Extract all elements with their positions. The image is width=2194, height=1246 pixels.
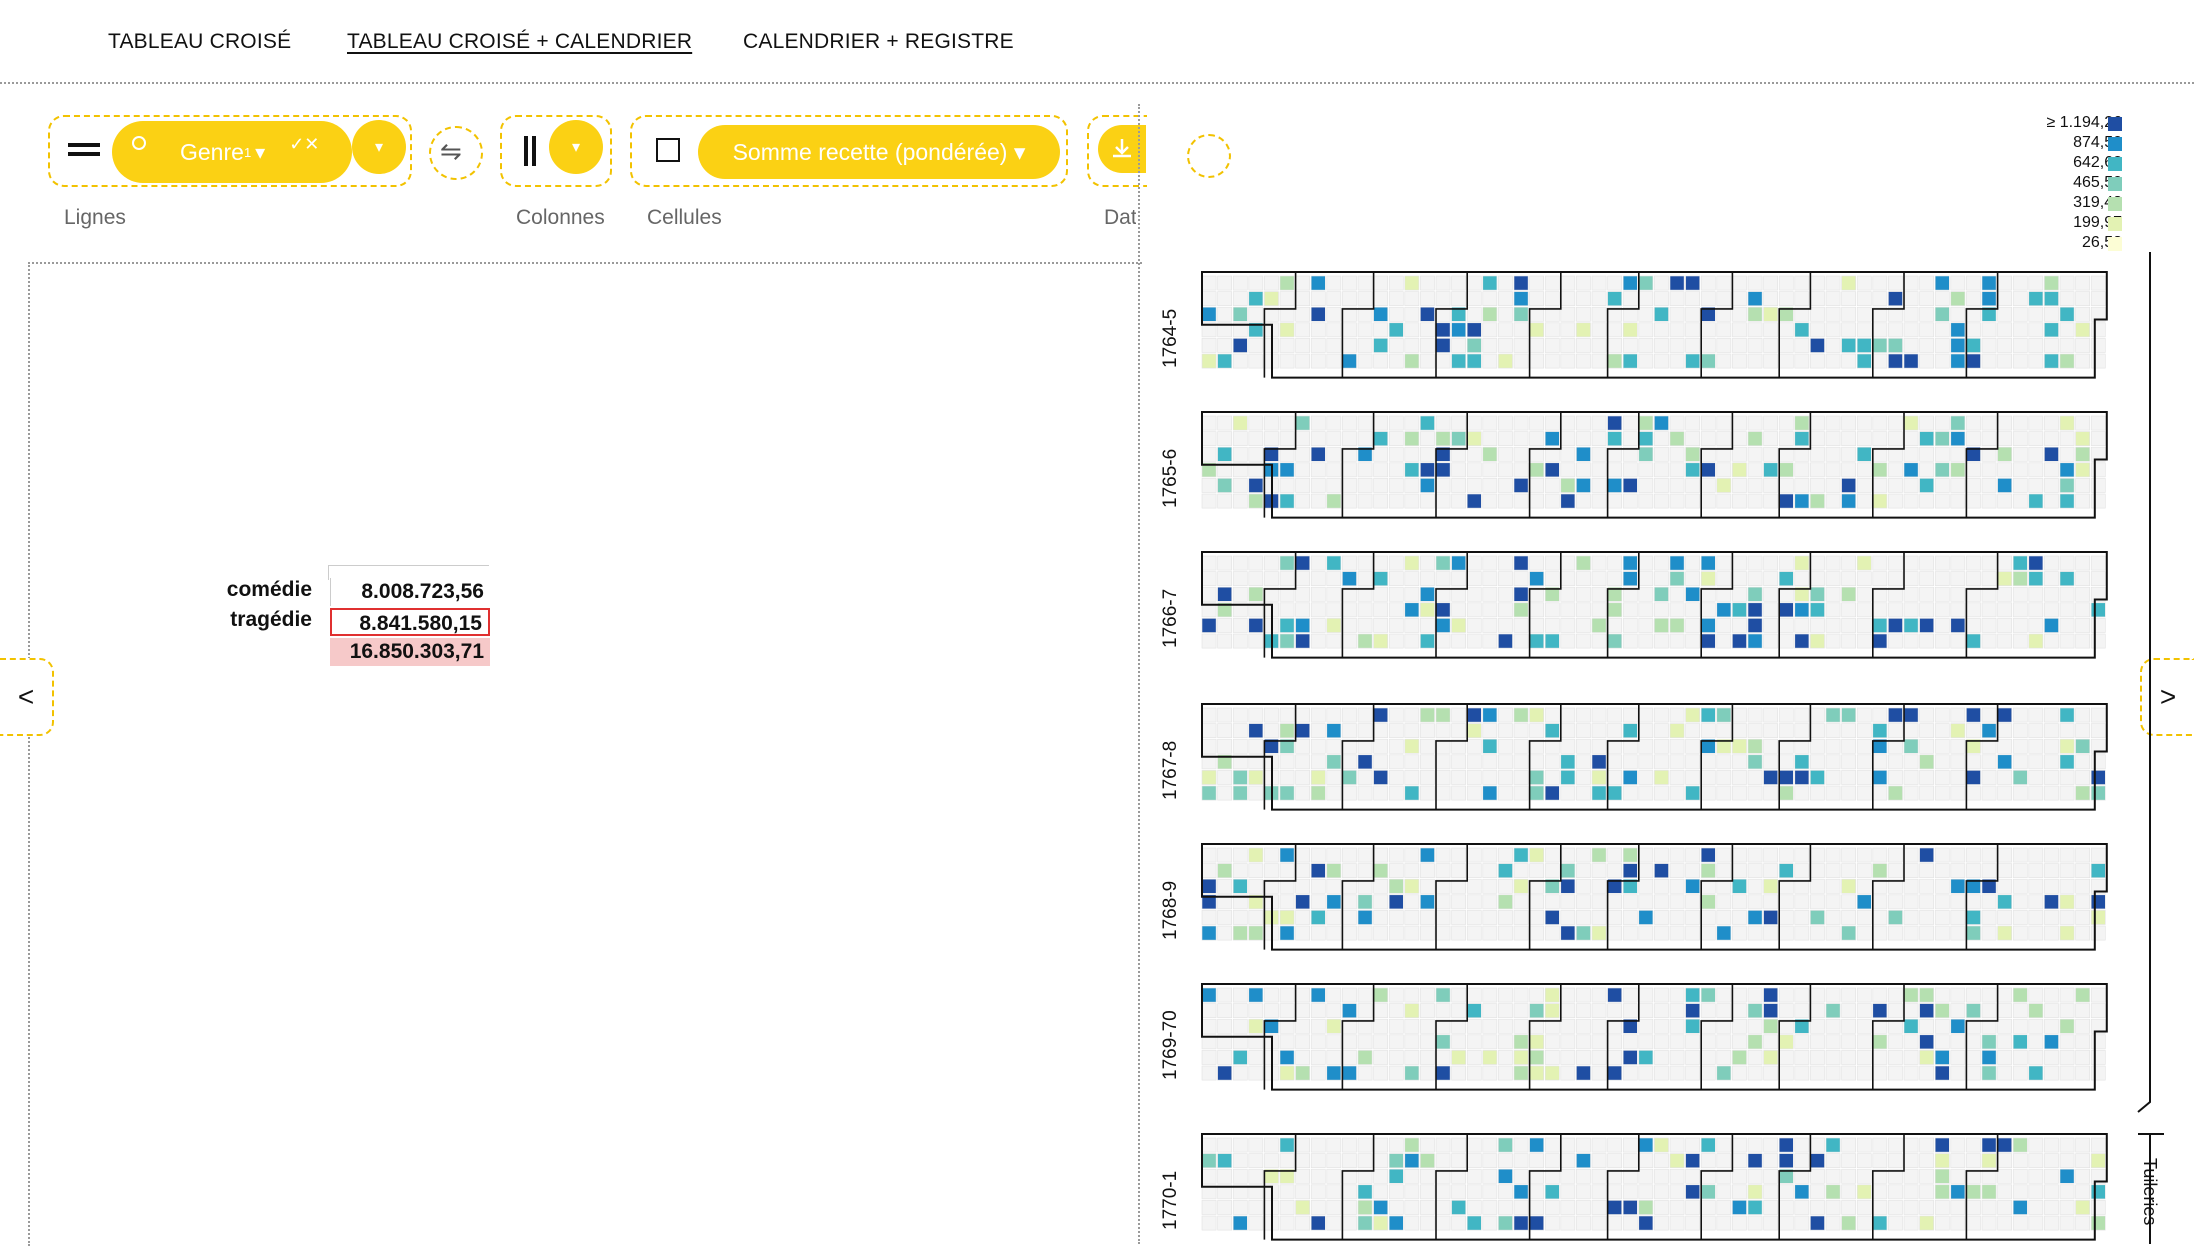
legend-swatch [2108,197,2122,211]
season-label: 1766-7 [1160,588,1181,648]
genre-pill-sub: 1 [243,144,252,160]
pivot-cell[interactable]: 8.008.723,56 [330,578,490,606]
columns-dropdown-button[interactable]: ▾ [549,120,603,174]
season-label: 1767-8 [1160,740,1181,800]
venue-bracket [2137,252,2164,1244]
prev-button[interactable]: < [0,658,54,736]
columns-label: Colonnes [516,206,605,229]
pivot-row-label: comédie [226,578,312,601]
season-calendar [1201,703,2108,811]
tab-tableau-croise-calendrier[interactable]: TABLEAU CROISÉ + CALENDRIER [347,30,692,54]
pivot-table-area [28,262,1142,1246]
cells-checkbox-icon[interactable] [656,138,680,162]
season-calendar [1201,1133,2108,1241]
columns-drag-icon [524,136,536,166]
season-calendar [1201,551,2108,659]
legend-swatch [2108,177,2122,191]
cells-aggregate-pill[interactable]: Somme recette (pondérée) ▾ [698,125,1060,179]
tab-tableau-croise[interactable]: TABLEAU CROISÉ [108,30,291,54]
season-label: 1769-70 [1160,1009,1181,1080]
panel-splitter[interactable] [1138,104,1140,1244]
download-label: Dat [1104,206,1136,229]
legend-swatch [2108,117,2122,131]
season-calendar [1201,271,2108,379]
season-label: 1764-5 [1160,308,1181,368]
pivot-row-label: tragédie [230,608,312,631]
genre-pill-label: Genre [180,138,244,165]
legend-swatch [2108,137,2122,151]
legend-swatch [2108,157,2122,171]
season-label: 1765-6 [1160,448,1181,508]
season-calendar [1201,411,2108,519]
calendar-heatmap [1201,271,2108,1241]
legend-swatch [2108,237,2122,251]
rows-label: Lignes [64,206,126,229]
rows-dropdown-button[interactable]: ▾ [352,120,406,174]
tab-calendrier-registre[interactable]: CALENDRIER + REGISTRE [743,30,1014,54]
season-label: 1770-1 [1160,1170,1181,1230]
cells-label: Cellules [647,206,722,229]
season-calendar [1201,983,2108,1091]
check-close-icon[interactable]: ✓✕ [289,134,319,155]
season-label: 1768-9 [1160,880,1181,940]
genre-pill[interactable]: Genre 1 ▾ ✓✕ [112,121,352,183]
venue-label: Tuileries [2140,1158,2160,1226]
swap-icon: ⇋ [440,136,462,166]
rows-drag-icon [68,143,100,156]
circle-icon [132,136,146,150]
pivot-cell-selected[interactable]: 8.841.580,15 [330,608,490,636]
genre-pill-arrow[interactable]: ▾ [255,140,265,165]
top-tab-bar: TABLEAU CROISÉ TABLEAU CROISÉ + CALENDRI… [0,0,2194,84]
legend-swatch [2108,217,2122,231]
pivot-total-cell[interactable]: 16.850.303,71 [330,638,490,666]
season-calendar [1201,843,2108,951]
empty-slot-circle[interactable] [1187,134,1231,178]
